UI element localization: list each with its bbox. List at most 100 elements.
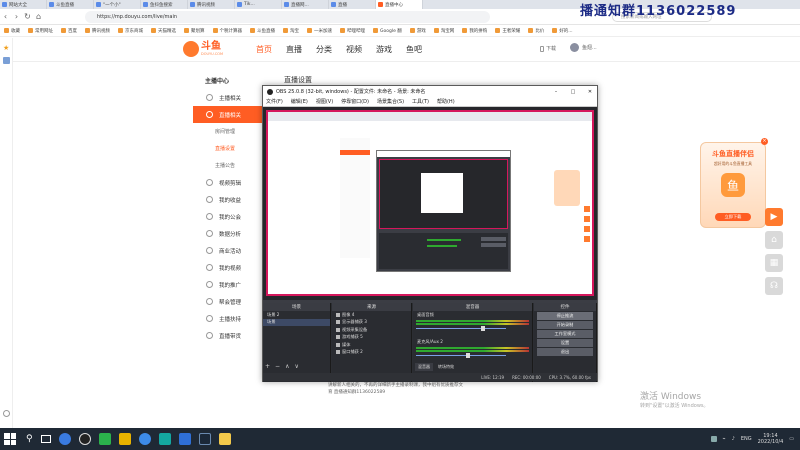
app-icon[interactable] (178, 433, 191, 445)
obs-preview[interactable] (263, 107, 597, 300)
menu-item-income[interactable]: 我的收益 (193, 191, 268, 208)
menu-item-commerce[interactable]: 直播带货 (193, 327, 268, 344)
forward-icon[interactable]: › (11, 10, 22, 24)
source-item[interactable]: 媒体 (332, 341, 411, 349)
minimize-icon[interactable]: – (549, 89, 563, 95)
language-indicator[interactable]: ENG (741, 436, 752, 442)
bookmark-item[interactable]: 斗鱼直播 (246, 28, 279, 34)
menu-item-live[interactable]: 直播相关 (193, 106, 268, 123)
banner-close-icon[interactable]: × (761, 138, 768, 145)
folder-icon[interactable] (218, 433, 231, 445)
bookmark-item[interactable]: 收藏 (0, 28, 24, 34)
browser-tab[interactable]: 直播网... (282, 0, 329, 9)
obs-menu-tools[interactable]: 工具(T) (412, 98, 429, 105)
headset-icon[interactable]: ☊ (765, 277, 783, 295)
menu-item-promotion[interactable]: 我的推广 (193, 276, 268, 293)
douyu-logo[interactable]: 斗鱼 DOUYU.COM (183, 40, 233, 58)
bookmark-item[interactable]: 王者荣耀 (491, 28, 524, 34)
mixer-tab[interactable]: 混音器 (415, 363, 433, 371)
back-icon[interactable]: ‹ (0, 10, 11, 24)
obs-icon[interactable] (78, 433, 91, 445)
app-icon[interactable] (138, 433, 151, 445)
exit-button[interactable]: 退出 (537, 348, 593, 356)
browser-tab[interactable]: "一个小" (94, 0, 141, 9)
volume-slider[interactable] (416, 325, 529, 331)
home-icon[interactable]: ⌂ (33, 10, 44, 24)
wechat-icon[interactable] (98, 433, 111, 445)
menu-item-data[interactable]: 数据分析 (193, 225, 268, 242)
down-icon[interactable]: ∨ (294, 363, 298, 370)
scene-item[interactable]: 场景 2 (263, 311, 330, 319)
volume-slider[interactable] (416, 353, 529, 358)
bookmark-item[interactable]: 百度 (57, 28, 81, 34)
download-icon[interactable] (3, 57, 10, 64)
bookmark-item[interactable]: 天猫精选 (147, 28, 180, 34)
nav-category[interactable]: 分类 (316, 44, 332, 55)
banner-download-button[interactable]: 立即下载 (715, 213, 751, 221)
app-icon[interactable] (118, 433, 131, 445)
network-icon[interactable]: ⌁ (723, 436, 726, 442)
menu-item-guild[interactable]: 我的公会 (193, 208, 268, 225)
nav-live[interactable]: 直播 (286, 44, 302, 55)
task-view-icon[interactable] (40, 435, 51, 443)
settings-icon[interactable] (3, 410, 10, 417)
star-icon[interactable]: ★ (3, 44, 10, 52)
windows-start-icon[interactable] (4, 433, 16, 445)
bookmark-item[interactable]: 我的拼购 (458, 28, 491, 34)
bookmark-item[interactable]: 一米加速 (303, 28, 336, 34)
settings-button[interactable]: 设置 (537, 339, 593, 347)
obs-menu-edit[interactable]: 编辑(E) (291, 98, 308, 105)
douyu-companion-banner[interactable]: 斗鱼直播伴侣 超好用的斗鱼直播工具 鱼 立即下载 × (700, 138, 768, 228)
menu-item-support[interactable]: 主播扶持 (193, 310, 268, 327)
user-menu[interactable]: 鱼翅... (570, 43, 597, 52)
menu-item-anchor[interactable]: 主播相关 (193, 89, 268, 106)
menu-item-my-video[interactable]: 我的视频 (193, 259, 268, 276)
bookmark-item[interactable]: 淘宝 (279, 28, 303, 34)
menu-item-video-edit[interactable]: 视频剪辑 (193, 174, 268, 191)
menu-item-clan[interactable]: 帮会管理 (193, 293, 268, 310)
video-icon[interactable]: ▶ (765, 208, 783, 226)
browser-tab[interactable]: 斗鱼直播 (47, 0, 94, 9)
obs-menu-scene-collection[interactable]: 场景集合(S) (377, 98, 404, 105)
bookmark-item[interactable]: 好的... (548, 28, 576, 34)
source-item[interactable]: 图像 4 (332, 311, 411, 319)
bookmark-item[interactable]: Google 翻 (369, 28, 406, 34)
bookmark-item[interactable]: 常用网址 (24, 28, 57, 34)
add-icon[interactable]: + (265, 363, 270, 370)
obs-menu-view[interactable]: 视图(V) (316, 98, 333, 105)
browser-tab[interactable]: 鱼抖鱼搜索 (141, 0, 188, 9)
studio-mode-button[interactable]: 工作室模式 (537, 330, 593, 338)
source-item[interactable]: 显示器捕获 3 (332, 319, 411, 327)
obs-menu-docks[interactable]: 停靠窗口(D) (341, 98, 369, 105)
maximize-icon[interactable]: □ (566, 89, 580, 95)
app-icon[interactable] (158, 433, 171, 445)
refresh-icon[interactable]: ↻ (22, 10, 33, 24)
bookmark-item[interactable]: 游戏 (406, 28, 430, 34)
scene-item[interactable]: 场景 (263, 318, 330, 326)
up-icon[interactable]: ∧ (285, 363, 289, 370)
bookmark-item[interactable]: 个税计算器 (209, 28, 247, 34)
browser-tab[interactable]: 直播 (329, 0, 376, 9)
menu-sub-room[interactable]: 房间管理 (193, 123, 268, 140)
menu-sub-notice[interactable]: 主播公告 (193, 157, 268, 174)
nav-home[interactable]: 首页 (256, 44, 272, 55)
steam-icon[interactable] (198, 433, 211, 445)
browser-tab[interactable]: 网站大全 (0, 0, 47, 9)
source-item[interactable]: 窗口捕获 2 (332, 349, 411, 357)
bookmark-item[interactable]: 京东商城 (114, 28, 147, 34)
bookmark-item[interactable]: 聚划算 (180, 28, 209, 34)
bookmark-item[interactable]: 腾讯视频 (81, 28, 114, 34)
start-recording-button[interactable]: 开始录制 (537, 321, 593, 329)
source-item[interactable]: 视频采集设备 (332, 326, 411, 334)
remove-icon[interactable]: − (275, 363, 280, 370)
source-item[interactable]: 游戏捕获 5 (332, 334, 411, 342)
clock[interactable]: 19:14 2022/10/4 (758, 433, 784, 445)
bookmark-item[interactable]: 哔哩哔哩 (336, 28, 369, 34)
qrcode-icon[interactable]: ▦ (765, 254, 783, 272)
nav-video[interactable]: 视频 (346, 44, 362, 55)
address-bar[interactable]: https://mp.douyu.com/live/main (85, 11, 490, 23)
transitions-tab[interactable]: 转场特效 (435, 363, 457, 371)
obs-title-bar[interactable]: OBS 25.0.8 (32-bit, windows) - 配置文件: 未命名… (263, 86, 597, 97)
browser-tab[interactable]: 腾讯视频 (188, 0, 235, 9)
stop-streaming-button[interactable]: 停止推流 (537, 312, 593, 320)
